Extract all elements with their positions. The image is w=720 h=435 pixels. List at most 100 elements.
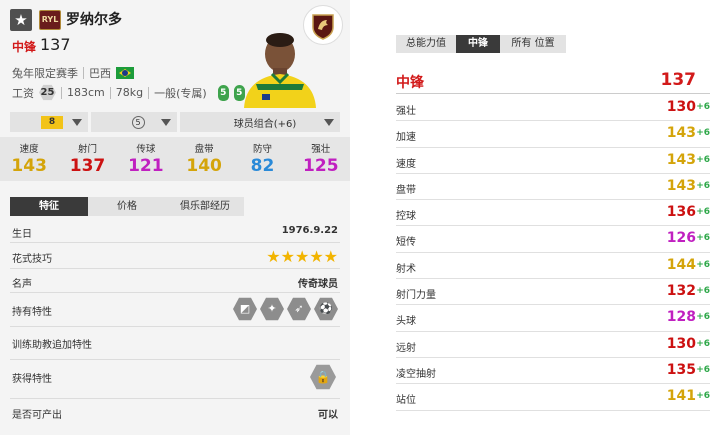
attribute-bonus: +6 [696, 102, 710, 112]
attribute-label: 凌空抽射 [396, 368, 436, 380]
trait-power-shot-icon[interactable]: ➶ [287, 297, 311, 321]
training-traits-row: 训练助教追加特性 [10, 327, 340, 360]
tab-overall[interactable]: 总能力值 [396, 35, 456, 53]
favorite-star-icon[interactable]: ★ [10, 9, 32, 31]
right-foot-icon: 5 [233, 84, 245, 101]
attribute-bonus: +6 [696, 312, 710, 323]
stat-label: 盘带 [194, 144, 214, 155]
attribute-label: 站位 [396, 395, 416, 407]
stat-value: 125 [303, 156, 339, 176]
birthday-label: 生日 [12, 229, 32, 240]
weight-value: 78kg [115, 86, 144, 99]
birthday-row: 生日 1976.9.22 [10, 220, 340, 243]
stat-value: 137 [69, 156, 106, 176]
stat-label: 速度 [19, 144, 39, 155]
tab-club-history[interactable]: 俱乐部经历 [166, 197, 244, 216]
attribute-bonus: +6 [696, 154, 710, 165]
divider [109, 86, 111, 99]
position-rating-header: 中锋 137 [396, 68, 710, 94]
attribute-bonus: +6 [696, 286, 710, 297]
stat-shooting: 射门 137 [58, 137, 116, 181]
stat-label: 强壮 [311, 144, 331, 155]
reputation-label: 名声 [12, 279, 32, 290]
attribute-value: 130 [666, 99, 696, 115]
attribute-label: 盘带 [396, 184, 416, 196]
divider [83, 67, 84, 79]
tab-price[interactable]: 价格 [88, 197, 166, 216]
reputation-row: 名声 传奇球员 [10, 269, 340, 293]
chevron-down-icon [72, 118, 82, 126]
tab-all-positions[interactable]: 所有 位置 [500, 35, 566, 53]
acquired-traits-row: 获得特性 🔒 [10, 360, 340, 399]
selector-row: 8 5 球员组合(+6) [10, 112, 340, 132]
trait-dribbler-icon[interactable]: ⚽ [314, 297, 338, 321]
season-label: 兔年限定赛季 [12, 67, 78, 80]
lock-icon[interactable]: 🔒 [310, 364, 336, 390]
wage-value: 25 [39, 84, 56, 101]
attribute-row: 加速 143 +6 [396, 121, 710, 148]
traits-row: 持有特性 ◩ ✦ ➶ ⚽ [10, 293, 340, 327]
player-ovr: 137 [40, 35, 71, 54]
attribute-row: 射术 144 +6 [396, 253, 710, 280]
attribute-label: 控球 [396, 211, 416, 223]
skill-moves-row: 花式技巧 ★★★★★ [10, 243, 340, 269]
attribute-value: 143 [666, 125, 696, 142]
attribute-row: 盘带 143 +6 [396, 174, 710, 201]
divider [61, 86, 62, 99]
attribute-value: 136 [666, 204, 696, 221]
attribute-row: 头球 128 +6 [396, 305, 710, 332]
attribute-value: 130 [666, 335, 696, 352]
chevron-down-icon [161, 118, 171, 126]
attribute-label: 射门力量 [396, 290, 436, 302]
position-tabs: 总能力值 中锋 所有 位置 [396, 35, 566, 53]
stat-label: 传球 [136, 144, 156, 155]
attribute-row: 远射 130 +6 [396, 332, 710, 358]
combo-select[interactable]: 球员组合(+6) [180, 112, 340, 132]
trait-flair-icon[interactable]: ✦ [260, 297, 284, 321]
tab-striker[interactable]: 中锋 [456, 35, 500, 53]
player-name: 罗纳尔多 [66, 12, 122, 28]
attribute-bonus: +6 [696, 259, 710, 270]
attribute-row: 强壮 130 +6 [396, 95, 710, 122]
reinforce-select[interactable]: 5 [91, 112, 177, 132]
wage-label: 工资 [12, 86, 34, 100]
tradable-row: 是否可产出 可以 [10, 399, 340, 423]
stat-dribbling: 盘带 140 [175, 137, 233, 181]
attribute-value: 132 [666, 283, 696, 300]
trait-icons: ◩ ✦ ➶ ⚽ [233, 297, 338, 321]
brazil-flag-icon [116, 67, 134, 79]
left-foot-icon: 5 [217, 84, 229, 101]
stat-defending: 防守 82 [233, 137, 291, 181]
player-physical-row: 工资 25 183cm 78kg 一般(专属) 5 5 [12, 84, 245, 101]
upgrade-level-select[interactable]: 8 [10, 112, 88, 132]
stat-passing: 传球 121 [117, 137, 175, 181]
combo-label: 球员组合(+6) [233, 118, 297, 130]
stat-value: 82 [250, 156, 275, 176]
attribute-label: 头球 [396, 316, 416, 328]
attribute-list: 强壮 130 +6 加速 143 +6 速度 143 +6 盘带 143 +6 … [396, 95, 710, 411]
summary-stats: 速度 143 射门 137 传球 121 盘带 140 防守 82 强壮 125 [0, 137, 350, 181]
attribute-bonus: +6 [696, 364, 710, 375]
attribute-bonus: +6 [696, 180, 710, 191]
chevron-down-icon [323, 118, 334, 126]
attribute-label: 射术 [396, 263, 416, 275]
attribute-value: 141 [666, 388, 696, 405]
skill-moves-label: 花式技巧 [12, 254, 52, 265]
tab-traits[interactable]: 特征 [10, 197, 88, 216]
acquired-traits-label: 获得特性 [12, 374, 52, 385]
attribute-bonus: +6 [696, 233, 710, 244]
player-season-row: 兔年限定赛季 巴西 [12, 65, 134, 81]
detail-rows: 生日 1976.9.22 花式技巧 ★★★★★ 名声 传奇球员 持有特性 ◩ ✦… [10, 220, 340, 423]
attribute-row: 短传 126 +6 [396, 226, 710, 253]
season-badge: RYL [39, 10, 61, 30]
stat-pace: 速度 143 [0, 137, 58, 181]
tradable-value: 可以 [318, 410, 338, 421]
reputation-value: 传奇球员 [298, 279, 338, 290]
tradable-label: 是否可产出 [12, 410, 62, 421]
trait-finesse-icon[interactable]: ◩ [233, 297, 257, 321]
position-rating-value: 137 [660, 70, 697, 90]
attribute-value: 143 [666, 177, 696, 194]
attribute-value: 126 [666, 230, 696, 247]
attribute-row: 站位 141 +6 [396, 384, 710, 411]
attribute-bonus: +6 [696, 207, 710, 218]
